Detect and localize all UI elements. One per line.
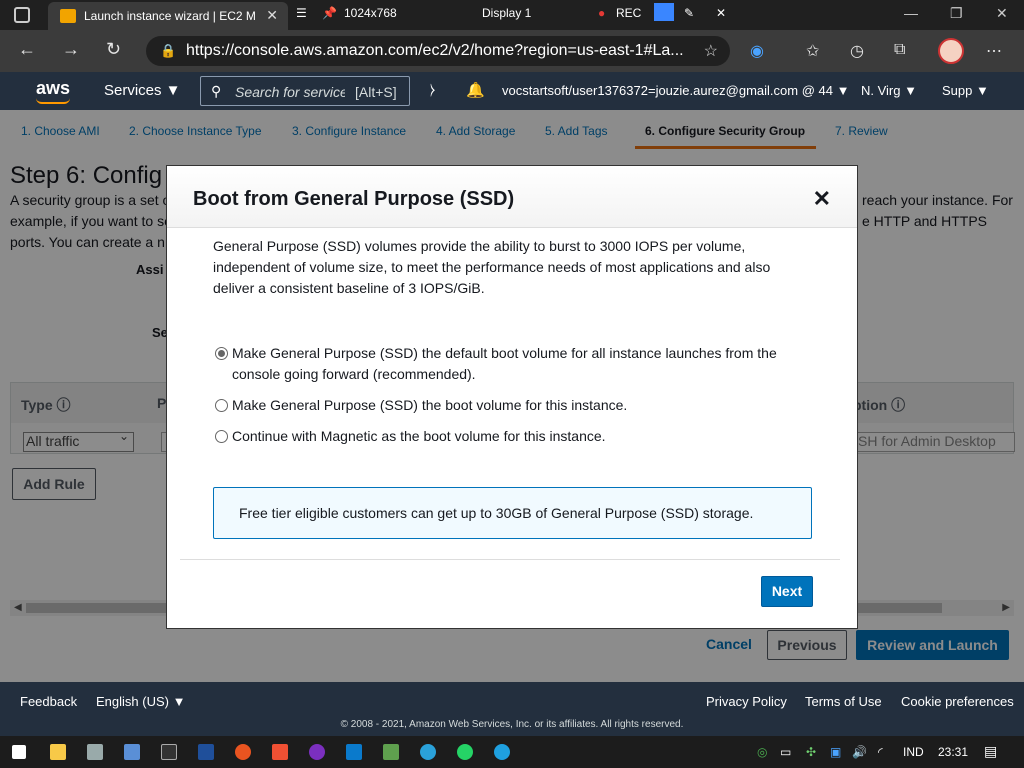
aws-navbar: aws Services ▼ ⚲ Search for service [Alt… xyxy=(0,72,1024,110)
favorites-icon[interactable]: ✩ xyxy=(806,41,819,61)
tray-battery-icon[interactable]: ▭ xyxy=(780,745,791,759)
window-controls: — ❐ ✕ xyxy=(884,0,1024,30)
tray-app-icon[interactable]: ✣ xyxy=(806,745,816,759)
edge-icon[interactable] xyxy=(494,744,510,760)
more-icon[interactable]: ⋯ xyxy=(986,41,1002,61)
tab-close-icon[interactable]: ✕ xyxy=(266,7,278,24)
browser-tab[interactable]: Launch instance wizard | EC2 Ma ✕ xyxy=(48,2,288,30)
close-icon[interactable]: ✕ xyxy=(813,186,831,212)
favorite-icon[interactable]: ☆ xyxy=(704,41,718,61)
search-shortcut: [Alt+S] xyxy=(355,84,397,100)
services-menu[interactable]: Services ▼ xyxy=(104,82,181,99)
aws-logo[interactable]: aws xyxy=(36,78,70,99)
dialog-header: Boot from General Purpose (SSD) ✕ xyxy=(167,166,857,228)
ubuntu-icon[interactable] xyxy=(235,744,251,760)
display-label: Display 1 xyxy=(482,6,532,20)
app-icon-2[interactable] xyxy=(124,744,140,760)
close-recorder-icon[interactable]: ✕ xyxy=(716,6,726,20)
collections-icon[interactable]: ⧉ xyxy=(894,41,905,59)
search-placeholder: Search for service xyxy=(235,84,345,100)
menu-icon[interactable]: ☰ xyxy=(296,6,307,20)
restore-icon[interactable]: ❐ xyxy=(950,5,963,22)
history-icon[interactable]: ◷ xyxy=(850,41,864,61)
dialog-divider xyxy=(180,559,840,560)
profile-avatar[interactable] xyxy=(938,38,964,64)
boot-volume-dialog: Boot from General Purpose (SSD) ✕ Genera… xyxy=(166,165,858,629)
support-menu[interactable]: Supp ▼ xyxy=(942,83,989,98)
notifications-icon[interactable]: 🔔 xyxy=(466,81,485,99)
rec-label[interactable]: REC xyxy=(616,6,641,20)
camera-icon[interactable] xyxy=(654,3,674,21)
privacy-link[interactable]: Privacy Policy xyxy=(706,694,787,709)
tab-actions-icon[interactable] xyxy=(14,7,30,23)
dialog-title: Boot from General Purpose (SSD) xyxy=(193,188,515,210)
terminal-icon[interactable] xyxy=(161,744,177,760)
windows-taskbar: ◎ ▭ ✣ ▣ 🔊 ◜ IND 23:31 ▤ xyxy=(0,736,1024,768)
radio-ssd-this-instance[interactable] xyxy=(215,399,228,412)
address-bar[interactable]: 🔒 https://console.aws.amazon.com/ec2/v2/… xyxy=(146,36,730,66)
clock[interactable]: 23:31 xyxy=(938,745,968,759)
feedback-link[interactable]: Feedback xyxy=(20,694,77,709)
whatsapp-icon[interactable] xyxy=(457,744,473,760)
browser-tab-bar: Launch instance wizard | EC2 Ma ✕ ☰ 📌 10… xyxy=(0,0,1024,30)
close-window-icon[interactable]: ✕ xyxy=(996,5,1008,22)
tray-status-icon[interactable]: ◎ xyxy=(757,745,767,759)
account-menu[interactable]: vocstartsoft/user1376372=jouzie.aurez@gm… xyxy=(502,83,849,98)
pen-icon[interactable]: ✎ xyxy=(684,6,694,20)
wifi-icon[interactable]: ◜ xyxy=(878,745,883,759)
option-default-ssd[interactable]: Make General Purpose (SSD) the default b… xyxy=(215,343,795,385)
radio-magnetic[interactable] xyxy=(215,430,228,443)
recording-toolbar: ☰ 📌 1024x768 Display 1 ● REC ✎ ✕ xyxy=(290,0,740,26)
option-magnetic-label: Continue with Magnetic as the boot volum… xyxy=(232,428,606,444)
service-search-input[interactable]: ⚲ Search for service [Alt+S] xyxy=(200,76,410,106)
aws-favicon-icon xyxy=(60,9,76,23)
terms-link[interactable]: Terms of Use xyxy=(805,694,882,709)
app-icon-1[interactable] xyxy=(87,744,103,760)
copyright-text: © 2008 - 2021, Amazon Web Services, Inc.… xyxy=(340,719,684,730)
back-icon[interactable]: ← xyxy=(18,39,36,60)
region-menu[interactable]: N. Virg ▼ xyxy=(861,83,917,98)
vscode-icon[interactable] xyxy=(346,744,362,760)
aws-logo-smile xyxy=(36,98,70,104)
file-explorer-icon[interactable] xyxy=(50,744,66,760)
pin-icon[interactable]: 📌 xyxy=(322,6,337,20)
language-indicator[interactable]: IND xyxy=(903,745,924,759)
cookie-preferences-link[interactable]: Cookie preferences xyxy=(901,694,1014,709)
telegram-icon[interactable] xyxy=(420,744,436,760)
search-icon: ⚲ xyxy=(211,83,222,99)
lock-icon[interactable]: 🔒 xyxy=(160,43,176,59)
tab-title: Launch instance wizard | EC2 Ma xyxy=(84,9,256,23)
windows-start-icon[interactable] xyxy=(12,745,26,759)
github-icon[interactable] xyxy=(309,744,325,760)
option-ssd-this-instance[interactable]: Make General Purpose (SSD) the boot volu… xyxy=(215,395,795,416)
forward-icon[interactable]: → xyxy=(62,39,80,60)
extension-icon[interactable]: ◉ xyxy=(750,41,764,61)
browser-toolbar: ← → ↻ 🔒 https://console.aws.amazon.com/e… xyxy=(0,30,1024,72)
volume-icon[interactable]: 🔊 xyxy=(852,745,867,759)
language-menu[interactable]: English (US) ▼ xyxy=(96,694,185,709)
git-icon[interactable] xyxy=(272,744,288,760)
tray-bluetooth-icon[interactable]: ▣ xyxy=(830,745,841,759)
record-dot-icon[interactable]: ● xyxy=(598,6,605,20)
refresh-icon[interactable]: ↻ xyxy=(106,39,121,60)
option-ssd-this-instance-label: Make General Purpose (SSD) the boot volu… xyxy=(232,397,628,413)
cloudshell-icon[interactable]: ⧽ xyxy=(430,81,435,98)
nodejs-icon[interactable] xyxy=(383,744,399,760)
free-tier-info-text: Free tier eligible customers can get up … xyxy=(239,505,754,521)
option-magnetic[interactable]: Continue with Magnetic as the boot volum… xyxy=(215,426,795,447)
url-text[interactable]: https://console.aws.amazon.com/ec2/v2/ho… xyxy=(186,42,686,60)
dialog-description: General Purpose (SSD) volumes provide th… xyxy=(213,238,771,296)
minimize-icon[interactable]: — xyxy=(904,5,918,21)
aws-footer: Feedback English (US) ▼ Privacy Policy T… xyxy=(0,682,1024,736)
radio-default-ssd[interactable] xyxy=(215,347,228,360)
option-default-ssd-label: Make General Purpose (SSD) the default b… xyxy=(232,345,777,382)
powershell-icon[interactable] xyxy=(198,744,214,760)
next-button[interactable]: Next xyxy=(761,576,813,607)
notifications-center-icon[interactable]: ▤ xyxy=(984,743,997,760)
free-tier-info-box: Free tier eligible customers can get up … xyxy=(213,487,812,539)
resolution-label: 1024x768 xyxy=(344,6,397,20)
